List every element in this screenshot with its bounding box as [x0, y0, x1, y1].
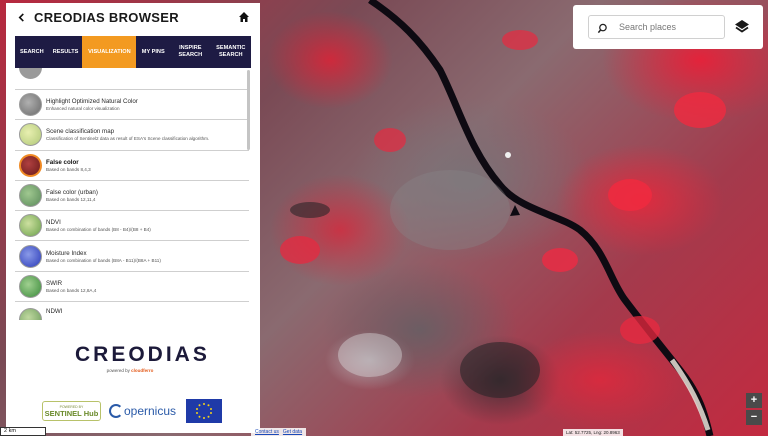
place-search-panel [573, 5, 763, 49]
search-input[interactable] [619, 22, 719, 32]
creodias-logo: CREODIAS powered by cloudferro [75, 343, 210, 373]
list-item[interactable]: Moisture Index Based on combination of b… [15, 241, 249, 272]
cloudferro-logo: cloudferro [131, 368, 154, 373]
list-item[interactable]: False color (urban) Based on bands 12,11… [15, 181, 249, 212]
list-item[interactable] [15, 68, 249, 90]
visualization-desc: Based on bands 12,11,4 [46, 197, 96, 203]
visualization-thumbnail [19, 244, 42, 268]
visualization-thumbnail [19, 153, 42, 177]
search-icon [597, 21, 609, 34]
list-item[interactable]: NDVI Based on combination of bands (B8 -… [15, 211, 249, 242]
chevron-left-icon[interactable] [14, 10, 28, 24]
visualization-desc: Based on bands 8,4,3 [46, 166, 91, 172]
visualization-thumbnail [19, 184, 42, 208]
list-item[interactable]: Scene classification map Classification … [15, 120, 249, 151]
tab-semantic-search[interactable]: SEMANTIC SEARCH [211, 36, 251, 68]
visualization-desc: Based on combination of bands (B8 - B4)/… [46, 227, 151, 233]
visualization-name: SWIR [46, 279, 63, 287]
partner-logos: POWERED BY SENTINEL Hub opernicus [42, 398, 222, 424]
get-data-link[interactable]: Get data [283, 429, 302, 435]
app-title: CREODIAS BROWSER [34, 9, 179, 25]
logo-text: CREODIAS [75, 343, 210, 366]
visualization-thumbnail [19, 68, 42, 79]
list-item[interactable]: SWIR Based on bands 12,8A,4 [15, 272, 249, 303]
visualization-name: Highlight Optimized Natural Color [46, 98, 138, 106]
map-scale-bar: 2 km [0, 427, 46, 436]
tab-search[interactable]: SEARCH [15, 36, 49, 68]
tab-bar: SEARCH RESULTS VISUALIZATION MY PINS INS… [15, 36, 251, 68]
visualization-name: False color [46, 158, 79, 166]
visualization-name: NDVI [46, 219, 61, 227]
visualization-thumbnail [19, 93, 42, 117]
panel-header: CREODIAS BROWSER [6, 3, 260, 31]
visualization-thumbnail [19, 214, 42, 238]
visualization-name: False color (urban) [46, 189, 98, 197]
powered-by-text: powered by cloudferro [106, 368, 154, 373]
visualization-name: Scene classification map [46, 128, 115, 136]
visualization-thumbnail [19, 308, 42, 320]
copernicus-logo: opernicus [108, 404, 176, 418]
zoom-controls: + − [746, 393, 762, 427]
tab-visualization[interactable]: VISUALIZATION [82, 36, 137, 68]
list-item[interactable]: NDWI [15, 302, 249, 320]
home-icon[interactable] [238, 10, 252, 24]
search-field[interactable] [588, 15, 725, 39]
tab-results[interactable]: RESULTS [49, 36, 83, 68]
visualization-desc: Based on bands 12,8A,4 [46, 287, 97, 293]
layers-icon[interactable] [733, 18, 751, 36]
copernicus-ring-icon [108, 404, 123, 418]
list-item[interactable]: Highlight Optimized Natural Color Enhanc… [15, 90, 249, 121]
cursor-coordinates: Lat: 52.7725, Lng: 20.8963 [563, 429, 623, 436]
eu-flag-icon [186, 399, 222, 423]
visualization-name: NDWI [46, 308, 63, 316]
visualization-desc: Enhanced natural color visualization [46, 106, 120, 112]
visualization-list: Highlight Optimized Natural Color Enhanc… [15, 68, 249, 320]
visualization-name: Moisture Index [46, 249, 87, 257]
zoom-in-button[interactable]: + [746, 393, 762, 408]
visualization-thumbnail [19, 274, 42, 298]
list-scrollbar[interactable] [247, 70, 250, 150]
tab-inspire-search[interactable]: INSPIRE SEARCH [170, 36, 210, 68]
contact-us-link[interactable]: Contact us [255, 429, 279, 435]
sentinel-hub-logo: POWERED BY SENTINEL Hub [42, 401, 101, 421]
visualization-desc: Based on combination of bands (B8A - B11… [46, 257, 161, 263]
zoom-out-button[interactable]: − [746, 410, 762, 425]
visualization-desc: Classification of Sentinel2 data as resu… [46, 136, 210, 142]
list-item-selected[interactable]: False color Based on bands 8,4,3 [15, 151, 249, 181]
visualization-thumbnail [19, 123, 42, 147]
tab-my-pins[interactable]: MY PINS [136, 36, 170, 68]
map-attribution: Contact us Get data [251, 428, 307, 436]
